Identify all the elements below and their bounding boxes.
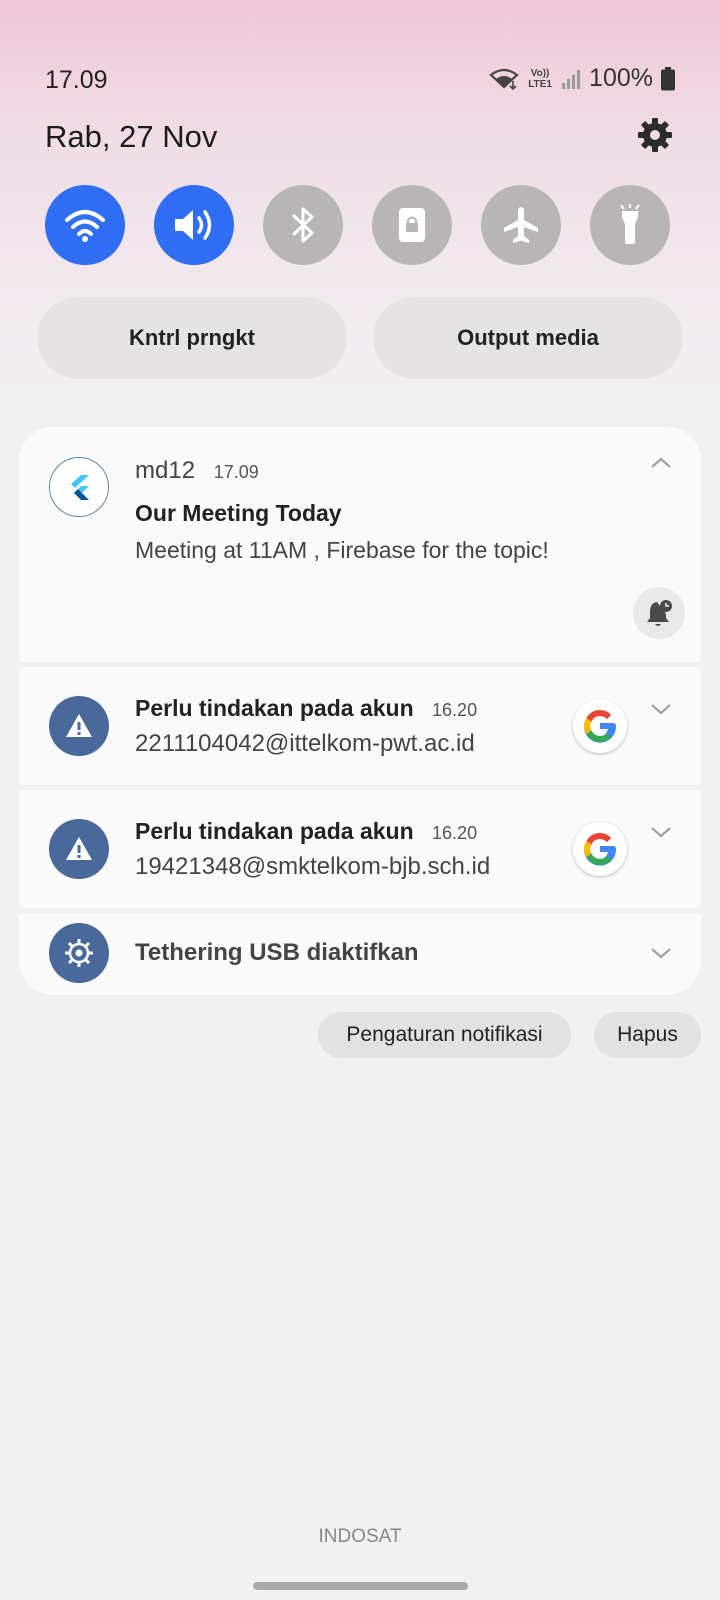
airplane-icon bbox=[504, 207, 538, 243]
battery-icon bbox=[661, 66, 675, 90]
home-indicator[interactable] bbox=[253, 1582, 468, 1590]
warning-icon bbox=[66, 714, 92, 737]
notification-title: Tethering USB diaktifkan bbox=[135, 939, 419, 966]
status-icons: Vo)) LTE1 100% bbox=[489, 64, 675, 93]
bluetooth-icon bbox=[292, 207, 314, 243]
volume-icon bbox=[175, 210, 212, 240]
settings-button[interactable] bbox=[635, 115, 675, 155]
sound-tile[interactable] bbox=[154, 185, 234, 265]
gear-icon bbox=[638, 118, 672, 152]
cell-signal-icon bbox=[562, 69, 581, 89]
snooze-bell-icon bbox=[647, 600, 672, 626]
google-g-icon bbox=[584, 833, 617, 866]
notification-account-action-1[interactable]: Perlu tindakan pada akun 16.20 221110404… bbox=[19, 667, 701, 785]
notification-body: Meeting at 11AM , Firebase for the topic… bbox=[135, 537, 549, 563]
notification-body: 19421348@smktelkom-bjb.sch.id bbox=[135, 853, 491, 880]
clear-all-button[interactable]: Hapus bbox=[594, 1012, 701, 1058]
notification-settings-button[interactable]: Pengaturan notifikasi bbox=[318, 1012, 571, 1058]
quick-settings-tiles bbox=[45, 185, 671, 265]
notification-title-row: Perlu tindakan pada akun 16.20 bbox=[135, 818, 477, 845]
warning-icon bbox=[66, 837, 92, 860]
status-time: 17.09 bbox=[45, 66, 108, 94]
lock-rotation-icon bbox=[399, 208, 425, 242]
notification-title-row: Perlu tindakan pada akun 16.20 bbox=[135, 695, 477, 722]
snooze-button[interactable] bbox=[633, 587, 685, 639]
app-name: md12 bbox=[135, 457, 196, 484]
settings-gear-icon bbox=[65, 939, 93, 967]
notification-app-header: md12 17.09 bbox=[135, 457, 259, 485]
notification-title: Perlu tindakan pada akun bbox=[135, 818, 414, 844]
notification-account-action-2[interactable]: Perlu tindakan pada akun 16.20 19421348@… bbox=[19, 790, 701, 908]
chevron-down-icon[interactable] bbox=[649, 941, 673, 965]
flutter-app-icon bbox=[49, 457, 109, 517]
airplane-mode-tile[interactable] bbox=[481, 185, 561, 265]
flutter-icon bbox=[71, 475, 89, 500]
notification-usb-tethering[interactable]: Tethering USB diaktifkan bbox=[19, 913, 701, 995]
wifi-tile[interactable] bbox=[45, 185, 125, 265]
date-row: Rab, 27 Nov bbox=[45, 115, 675, 159]
google-account-app-icon bbox=[49, 696, 109, 756]
notification-md12[interactable]: md12 17.09 Our Meeting Today Meeting at … bbox=[19, 427, 701, 662]
system-app-icon bbox=[49, 923, 109, 983]
media-output-button[interactable]: Output media bbox=[373, 297, 683, 379]
notification-time: 16.20 bbox=[432, 823, 478, 843]
date-label: Rab, 27 Nov bbox=[45, 119, 218, 154]
flashlight-tile[interactable] bbox=[590, 185, 670, 265]
carrier-label: INDOSAT bbox=[318, 1526, 402, 1547]
notification-time: 17.09 bbox=[213, 462, 259, 482]
google-logo bbox=[573, 699, 627, 753]
bluetooth-tile[interactable] bbox=[263, 185, 343, 265]
chevron-down-icon[interactable] bbox=[649, 697, 673, 721]
volte-lte-icon: Vo)) LTE1 bbox=[528, 67, 552, 90]
google-logo bbox=[573, 822, 627, 876]
wifi-icon bbox=[65, 210, 105, 242]
google-account-app-icon bbox=[49, 819, 109, 879]
google-g-icon bbox=[584, 710, 617, 743]
notification-time: 16.20 bbox=[432, 700, 478, 720]
screen-lock-tile[interactable] bbox=[372, 185, 452, 265]
battery-percent: 100% bbox=[589, 64, 653, 92]
notification-body: 2211104042@ittelkom-pwt.ac.id bbox=[135, 730, 475, 757]
chevron-up-icon[interactable] bbox=[649, 451, 673, 475]
status-bar: 17.09 Vo)) LTE1 100% bbox=[45, 62, 675, 98]
flashlight-icon bbox=[620, 204, 640, 244]
wifi-signal-icon bbox=[489, 68, 519, 90]
notification-title: Perlu tindakan pada akun bbox=[135, 695, 414, 721]
notification-title: Our Meeting Today bbox=[135, 500, 342, 526]
device-control-button[interactable]: Kntrl prngkt bbox=[37, 297, 347, 379]
chevron-down-icon[interactable] bbox=[649, 820, 673, 844]
